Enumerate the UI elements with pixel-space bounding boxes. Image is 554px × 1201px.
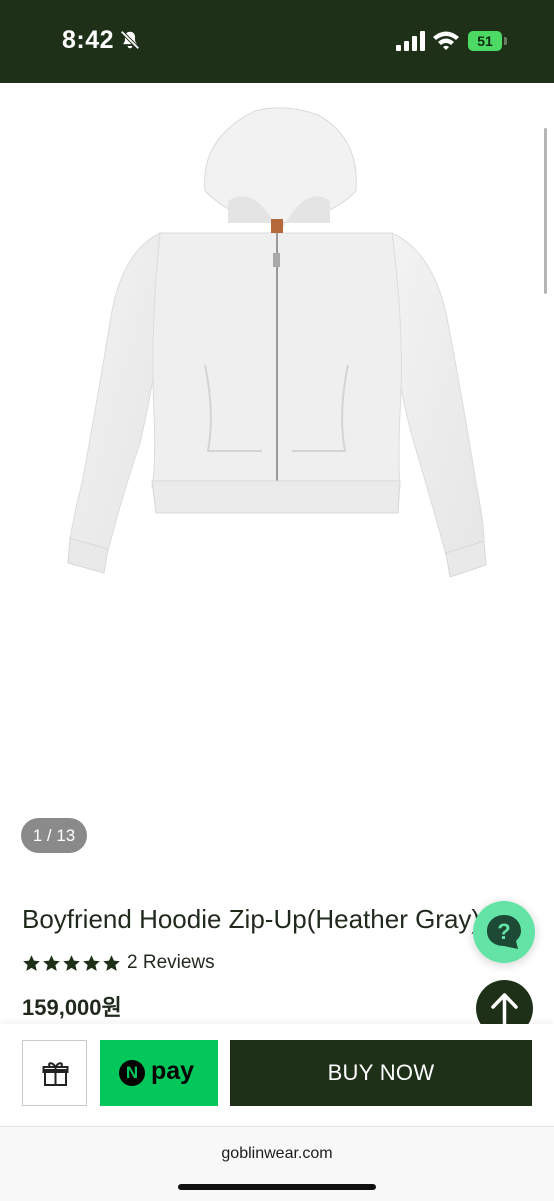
help-chat-icon: ? — [487, 915, 521, 949]
product-rating[interactable]: 2 Reviews — [22, 950, 215, 976]
browser-url-bar[interactable]: goblinwear.com — [0, 1126, 554, 1201]
star-icon — [23, 954, 40, 971]
url-text[interactable]: goblinwear.com — [0, 1145, 554, 1163]
bottom-action-bar: N pay BUY NOW — [0, 1024, 554, 1126]
npay-logo: N — [119, 1060, 145, 1086]
battery-icon: 51 — [468, 31, 508, 51]
gift-button[interactable] — [22, 1040, 87, 1106]
star-icon — [63, 954, 80, 971]
npay-label: pay — [151, 1057, 195, 1085]
bell-slash-icon — [120, 30, 140, 50]
arrow-up-icon — [491, 993, 518, 1025]
star-icon — [103, 954, 120, 971]
product-image[interactable] — [0, 83, 554, 643]
svg-text:?: ? — [497, 919, 510, 944]
status-time: 8:42 — [62, 26, 115, 54]
battery-level: 51 — [468, 31, 502, 51]
star-icon — [43, 954, 60, 971]
signal-icon — [396, 31, 425, 51]
status-bar: 8:42 51 — [0, 0, 554, 83]
product-price: 159,000원 — [22, 995, 122, 1020]
battery-tip — [504, 37, 507, 45]
gift-icon — [42, 1062, 69, 1086]
reviews-link[interactable]: 2 Reviews — [127, 952, 215, 974]
npay-button[interactable]: N pay — [100, 1040, 218, 1106]
wifi-icon — [433, 31, 459, 50]
star-icon — [83, 954, 100, 971]
buy-now-button[interactable]: BUY NOW — [230, 1040, 532, 1106]
home-indicator[interactable] — [178, 1184, 376, 1190]
help-chat-button[interactable]: ? — [473, 901, 535, 963]
image-counter: 1 / 13 — [21, 818, 87, 853]
rating-stars — [22, 954, 121, 973]
